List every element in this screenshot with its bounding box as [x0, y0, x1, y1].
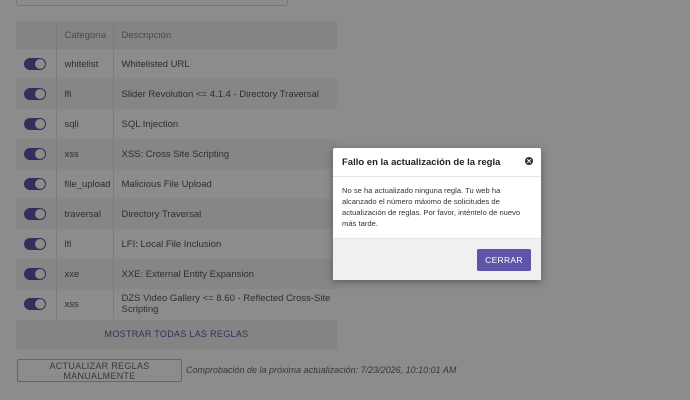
dialog-message: No se ha actualizado ninguna regla. Tu w…	[342, 186, 521, 228]
dialog-header: Fallo en la actualización de la regla	[333, 148, 541, 177]
dialog-footer: CERRAR	[333, 238, 541, 280]
dialog-title: Fallo en la actualización de la regla	[342, 157, 501, 168]
close-button[interactable]: CERRAR	[477, 249, 531, 271]
error-dialog: Fallo en la actualización de la regla No…	[333, 148, 541, 280]
close-icon[interactable]	[525, 157, 533, 165]
